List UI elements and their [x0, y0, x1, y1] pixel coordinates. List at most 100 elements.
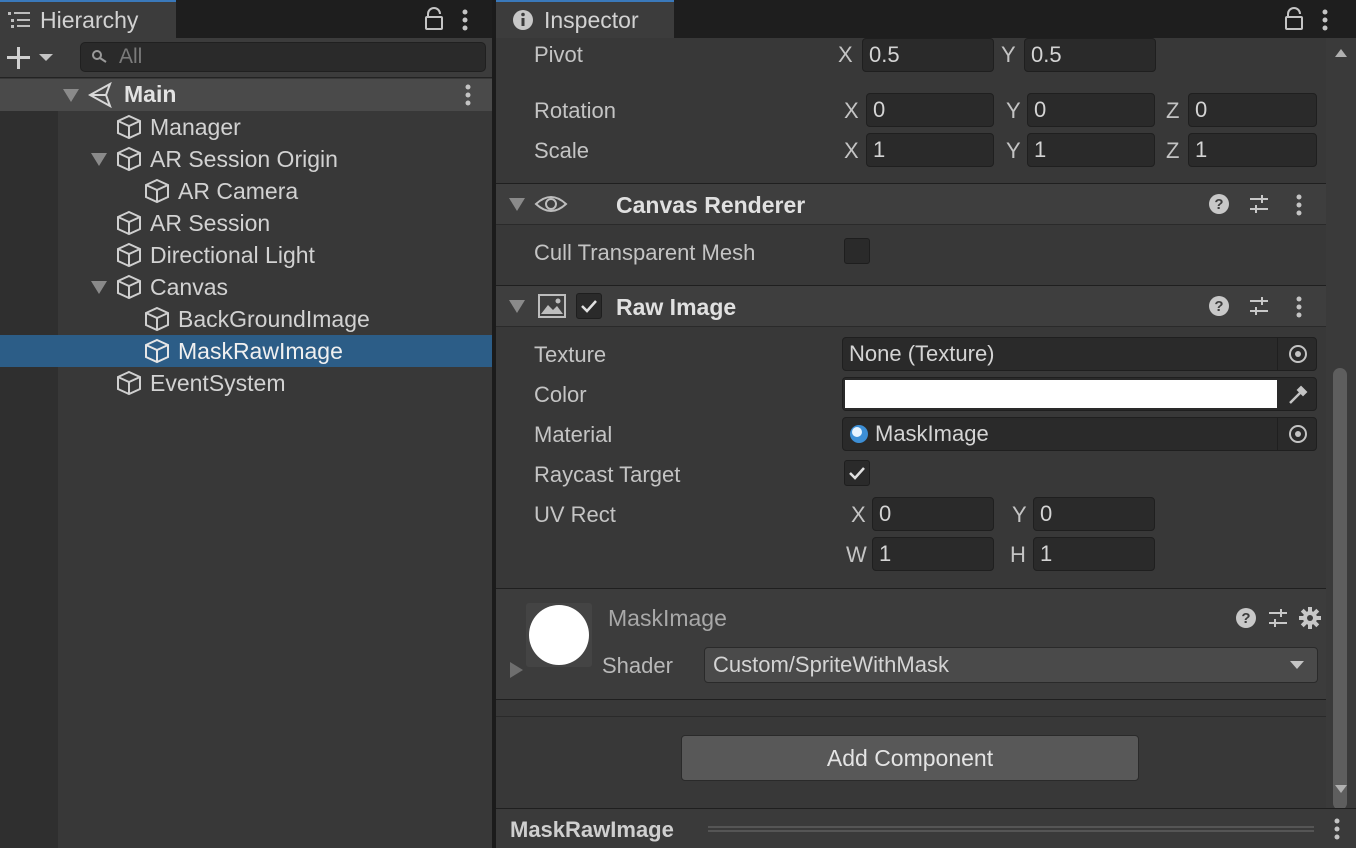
hierarchy-item-directional-light[interactable]: Directional Light: [116, 239, 315, 271]
fold-arrow-icon[interactable]: [508, 298, 526, 314]
shader-dropdown[interactable]: Custom/SpriteWithMask: [704, 647, 1318, 683]
axis-y-label[interactable]: Y: [1001, 42, 1016, 68]
image-icon: [538, 294, 566, 318]
axis-z-label[interactable]: Z: [1166, 138, 1179, 164]
tab-hierarchy[interactable]: Hierarchy: [0, 0, 176, 38]
gameobject-cube-icon: [116, 146, 142, 172]
fold-arrow-right-icon[interactable]: [508, 661, 524, 679]
axis-x-label[interactable]: X: [838, 42, 853, 68]
scene-menu-icon[interactable]: [463, 83, 473, 107]
tab-inspector[interactable]: Inspector: [496, 0, 674, 38]
hierarchy-item-ar-session-origin[interactable]: AR Session Origin: [90, 143, 338, 175]
color-field[interactable]: [842, 377, 1317, 411]
pivot-label: Pivot: [534, 42, 583, 67]
object-picker-icon[interactable]: [1277, 338, 1316, 370]
help-icon[interactable]: ?: [1208, 193, 1230, 215]
presets-icon[interactable]: [1267, 607, 1289, 629]
canvas-renderer-header[interactable]: Canvas Renderer ?: [496, 183, 1326, 225]
scene-row-main[interactable]: Main: [0, 79, 492, 111]
chevron-down-icon: [1289, 660, 1305, 670]
presets-icon[interactable]: [1248, 295, 1270, 317]
scale-x-field[interactable]: 1: [866, 133, 994, 167]
list-icon: [8, 10, 32, 30]
lock-icon[interactable]: [1284, 7, 1304, 31]
uv-rect-x-field[interactable]: 0: [872, 497, 994, 531]
scroll-up-arrow-icon[interactable]: [1334, 48, 1348, 58]
axis-x-label[interactable]: X: [844, 98, 859, 124]
fold-arrow-icon[interactable]: [62, 87, 80, 103]
hierarchy-item-ar-camera[interactable]: AR Camera: [144, 175, 298, 207]
fold-arrow-icon[interactable]: [90, 151, 108, 167]
footer-object-title: MaskRawImage: [510, 817, 674, 842]
gameobject-cube-icon: [116, 274, 142, 300]
svg-text:?: ?: [1214, 196, 1223, 213]
hierarchy-tab-bar: Hierarchy: [0, 0, 492, 38]
hierarchy-item-event-system[interactable]: EventSystem: [116, 367, 286, 399]
material-preview-thumbnail[interactable]: [526, 603, 592, 667]
inspector-scrollbar[interactable]: [1326, 38, 1356, 810]
object-picker-icon[interactable]: [1277, 418, 1316, 450]
hierarchy-item-label: Directional Light: [150, 241, 315, 268]
axis-w-label[interactable]: W: [846, 542, 867, 568]
kebab-menu-icon[interactable]: [1332, 817, 1342, 841]
search-icon: [92, 50, 107, 63]
fold-arrow-icon[interactable]: [90, 279, 108, 295]
pivot-x-field[interactable]: 0.5: [862, 38, 994, 72]
scale-y-field[interactable]: 1: [1027, 133, 1155, 167]
inspector-tab-bar: Inspector: [496, 0, 1356, 38]
hierarchy-item-background-image[interactable]: BackGroundImage: [144, 303, 370, 335]
hierarchy-item-mask-raw-image[interactable]: MaskRawImage: [0, 335, 492, 367]
inspector-panel: Inspector Pivot X 0.5 Y 0.5 Rotation X 0…: [496, 0, 1356, 848]
footer-resize-handle[interactable]: [708, 826, 1314, 832]
kebab-menu-icon[interactable]: [460, 8, 470, 32]
eyedropper-icon[interactable]: [1287, 384, 1309, 406]
axis-x-label[interactable]: X: [851, 502, 866, 528]
lock-icon[interactable]: [424, 7, 444, 31]
material-sphere-preview: [529, 605, 589, 665]
add-component-button[interactable]: Add Component: [681, 735, 1139, 781]
hierarchy-item-canvas[interactable]: Canvas: [90, 271, 228, 303]
inspector-footer: MaskRawImage: [496, 808, 1356, 848]
eye-icon: [534, 192, 568, 216]
color-swatch[interactable]: [845, 380, 1277, 408]
axis-y-label[interactable]: Y: [1006, 98, 1021, 124]
uv-rect-label: UV Rect: [534, 502, 616, 527]
help-icon[interactable]: ?: [1208, 295, 1230, 317]
scrollbar-thumb[interactable]: [1333, 368, 1347, 810]
uv-rect-h-field[interactable]: 1: [1033, 537, 1155, 571]
uv-rect-y-field[interactable]: 0: [1033, 497, 1155, 531]
fold-arrow-icon[interactable]: [508, 196, 526, 212]
scale-z-field[interactable]: 1: [1188, 133, 1317, 167]
axis-x-label[interactable]: X: [844, 138, 859, 164]
color-label: Color: [534, 382, 587, 407]
hierarchy-item-ar-session[interactable]: AR Session: [116, 207, 270, 239]
section-divider: [496, 716, 1326, 717]
pivot-y-field[interactable]: 0.5: [1024, 38, 1156, 72]
create-dropdown-button[interactable]: [6, 46, 54, 70]
raw-image-enabled-checkbox[interactable]: [576, 293, 602, 319]
help-icon[interactable]: ?: [1235, 607, 1257, 629]
cull-transparent-mesh-checkbox[interactable]: [844, 238, 870, 264]
hierarchy-search-input[interactable]: All: [80, 42, 486, 72]
kebab-menu-icon[interactable]: [1320, 8, 1330, 32]
rotation-z-field[interactable]: 0: [1188, 93, 1317, 127]
material-field[interactable]: MaskImage: [842, 417, 1317, 451]
material-sphere-icon: [849, 424, 869, 444]
component-menu-icon[interactable]: [1294, 295, 1304, 319]
rotation-x-field[interactable]: 0: [866, 93, 994, 127]
uv-rect-w-field[interactable]: 1: [872, 537, 994, 571]
axis-y-label[interactable]: Y: [1006, 138, 1021, 164]
axis-z-label[interactable]: Z: [1166, 98, 1179, 124]
raw-image-header[interactable]: Raw Image ?: [496, 285, 1326, 327]
texture-field[interactable]: None (Texture): [842, 337, 1317, 371]
hierarchy-item-label: AR Camera: [178, 177, 299, 204]
raycast-target-checkbox[interactable]: [844, 460, 870, 486]
hierarchy-item-manager[interactable]: Manager: [116, 111, 241, 143]
rotation-y-field[interactable]: 0: [1027, 93, 1155, 127]
axis-y-label[interactable]: Y: [1012, 502, 1027, 528]
component-menu-icon[interactable]: [1294, 193, 1304, 217]
presets-icon[interactable]: [1248, 193, 1270, 215]
scroll-down-arrow-icon[interactable]: [1334, 784, 1348, 794]
axis-h-label[interactable]: H: [1010, 542, 1026, 568]
gear-icon[interactable]: [1298, 606, 1322, 630]
